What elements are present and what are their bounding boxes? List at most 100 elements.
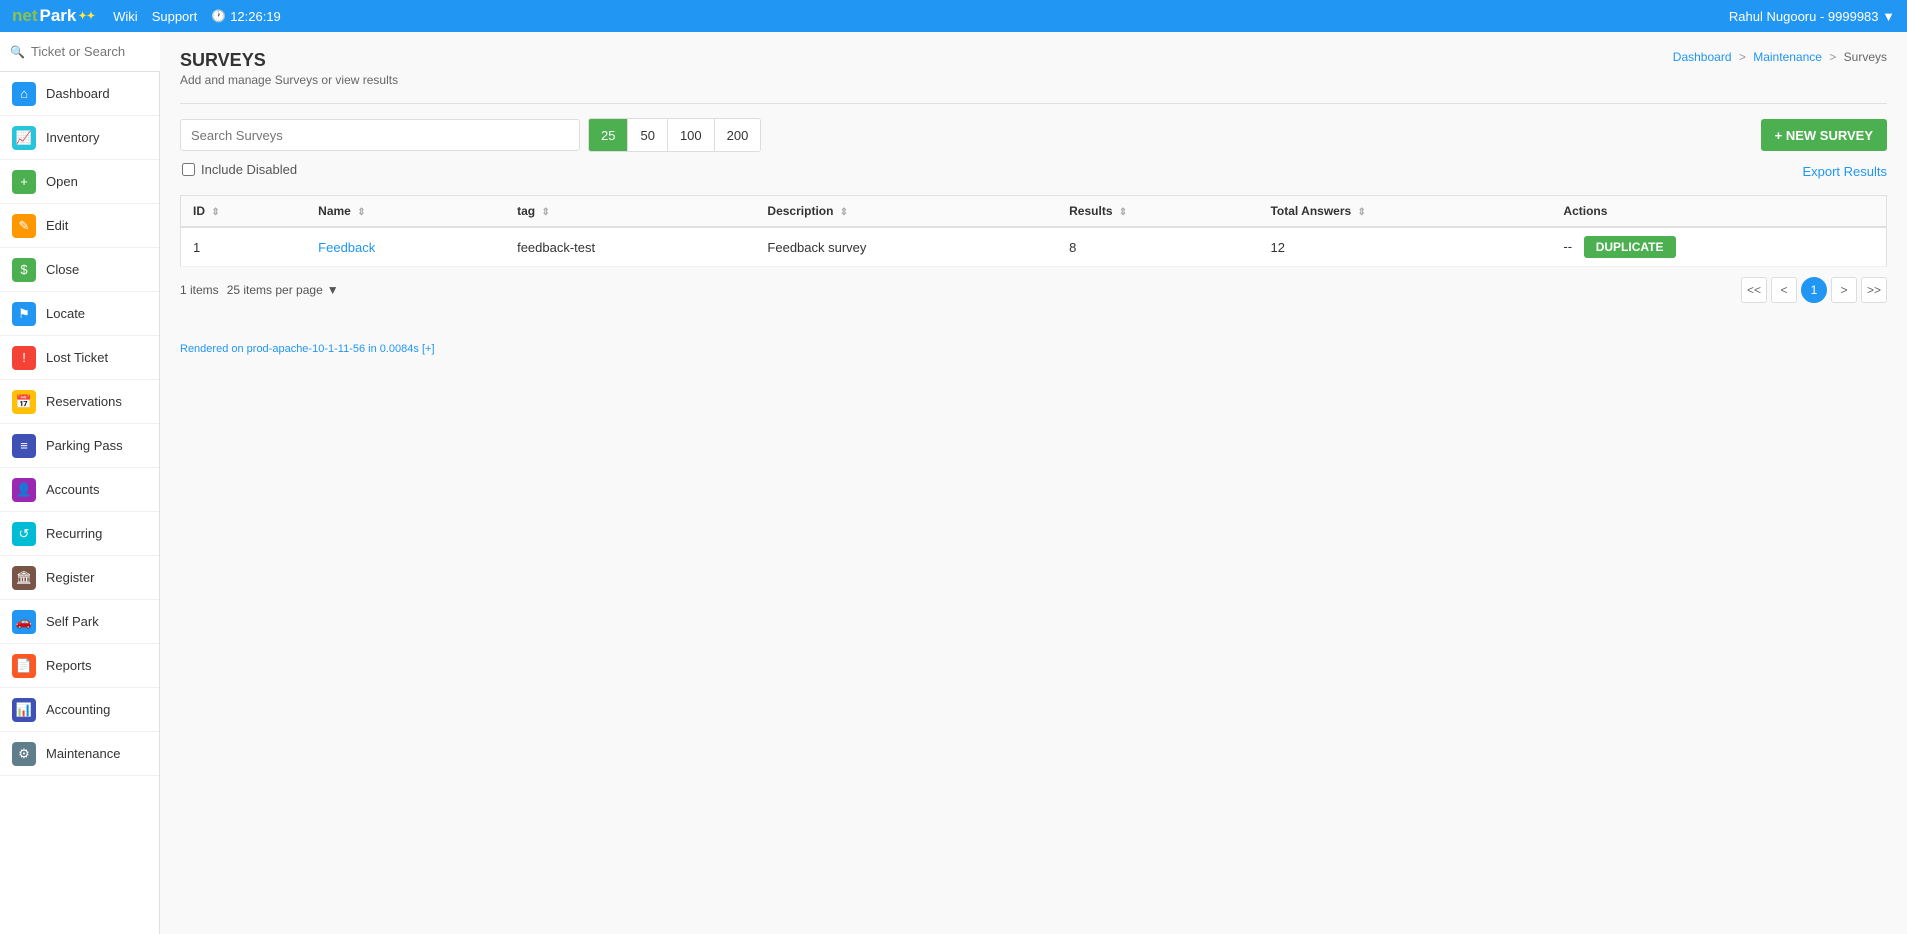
sidebar-icon-open: + <box>12 170 36 194</box>
top-nav: netPark✦✦ Wiki Support 🕐 12:26:19 Rahul … <box>0 0 1907 32</box>
surveys-table: ID ⇕ Name ⇕ tag ⇕ Description ⇕ Results … <box>180 195 1887 267</box>
sidebar-icon-reports: 📄 <box>12 654 36 678</box>
col-tag: tag ⇕ <box>505 196 755 228</box>
cell-actions: -- DUPLICATE <box>1551 227 1886 267</box>
per-page-200[interactable]: 200 <box>715 119 761 151</box>
sidebar-label-maintenance: Maintenance <box>46 746 120 761</box>
per-page-25[interactable]: 25 <box>589 119 628 151</box>
col-name: Name ⇕ <box>306 196 505 228</box>
ticket-search-input[interactable] <box>31 44 150 59</box>
sidebar-item-recurring[interactable]: ↺ Recurring <box>0 512 159 556</box>
sidebar-icon-edit: ✎ <box>12 214 36 238</box>
breadcrumb-dashboard[interactable]: Dashboard <box>1673 50 1732 64</box>
sidebar-label-self-park: Self Park <box>46 614 99 629</box>
page-prev-btn[interactable]: < <box>1771 277 1797 303</box>
breadcrumb-current: Surveys <box>1844 50 1887 64</box>
sidebar-item-inventory[interactable]: 📈 Inventory <box>0 116 159 160</box>
sort-name-icon: ⇕ <box>357 207 365 218</box>
sidebar-label-recurring: Recurring <box>46 526 102 541</box>
chevron-down-icon[interactable]: ▼ <box>327 283 339 297</box>
sidebar-item-accounts[interactable]: 👤 Accounts <box>0 468 159 512</box>
sidebar-icon-parking-pass: ≡ <box>12 434 36 458</box>
sidebar-icon-self-park: 🚗 <box>12 610 36 634</box>
sidebar-item-locate[interactable]: ⚑ Locate <box>0 292 159 336</box>
sidebar-label-close: Close <box>46 262 79 277</box>
sidebar-icon-inventory: 📈 <box>12 126 36 150</box>
page-first-btn[interactable]: << <box>1741 277 1767 303</box>
breadcrumb-maintenance[interactable]: Maintenance <box>1753 50 1822 64</box>
cell-id: 1 <box>181 227 307 267</box>
search-surveys-input[interactable] <box>180 119 580 151</box>
include-disabled-checkbox[interactable] <box>182 163 195 176</box>
ticket-search-bar: 🔍 <box>0 32 160 72</box>
toolbar: 25 50 100 200 + NEW SURVEY <box>180 118 1887 152</box>
sidebar-item-reservations[interactable]: 📅 Reservations <box>0 380 159 424</box>
sidebar-item-lost-ticket[interactable]: ! Lost Ticket <box>0 336 159 380</box>
col-results: Results ⇕ <box>1057 196 1258 228</box>
per-page-display: 25 items per page <box>227 283 323 297</box>
sort-answers-icon: ⇕ <box>1358 207 1366 218</box>
clock: 🕐 12:26:19 <box>211 9 281 24</box>
sidebar-item-reports[interactable]: 📄 Reports <box>0 644 159 688</box>
support-link[interactable]: Support <box>152 9 198 24</box>
table-body: 1 Feedback feedback-test Feedback survey… <box>181 227 1887 267</box>
cell-name[interactable]: Feedback <box>306 227 505 267</box>
sidebar-icon-dashboard: ⌂ <box>12 82 36 106</box>
sidebar-item-dashboard[interactable]: ⌂ Dashboard <box>0 72 159 116</box>
sidebar-icon-locate: ⚑ <box>12 302 36 326</box>
table-head: ID ⇕ Name ⇕ tag ⇕ Description ⇕ Results … <box>181 196 1887 228</box>
sidebar-label-lost-ticket: Lost Ticket <box>46 350 108 365</box>
sidebar-icon-accounting: 📊 <box>12 698 36 722</box>
clock-icon: 🕐 <box>211 9 226 23</box>
export-results-link[interactable]: Export Results <box>1802 164 1887 179</box>
page-title: SURVEYS <box>180 50 398 71</box>
per-page-50[interactable]: 50 <box>628 119 667 151</box>
footer: Rendered on prod-apache-10-1-11-56 in 0.… <box>180 333 1887 355</box>
search-icon: 🔍 <box>10 45 25 59</box>
page-next-btn[interactable]: > <box>1831 277 1857 303</box>
sidebar-label-locate: Locate <box>46 306 85 321</box>
logo[interactable]: netPark✦✦ <box>12 6 95 26</box>
logo-park: Park <box>40 6 77 26</box>
wiki-link[interactable]: Wiki <box>113 9 138 24</box>
include-disabled-label: Include Disabled <box>201 162 297 177</box>
per-page-group: 25 50 100 200 <box>588 118 761 152</box>
main-content: SURVEYS Add and manage Surveys or view r… <box>160 32 1907 934</box>
page-1-btn[interactable]: 1 <box>1801 277 1827 303</box>
sidebar-item-parking-pass[interactable]: ≡ Parking Pass <box>0 424 159 468</box>
per-page-100[interactable]: 100 <box>668 119 715 151</box>
sidebar-item-register[interactable]: 🏛 Register <box>0 556 159 600</box>
sidebar-item-accounting[interactable]: 📊 Accounting <box>0 688 159 732</box>
sidebar-label-reports: Reports <box>46 658 92 673</box>
duplicate-button[interactable]: DUPLICATE <box>1584 236 1676 258</box>
sort-id-icon: ⇕ <box>211 207 219 218</box>
per-page-select: 25 items per page ▼ <box>227 283 339 297</box>
sidebar-item-maintenance[interactable]: ⚙ Maintenance <box>0 732 159 776</box>
sidebar-label-edit: Edit <box>46 218 68 233</box>
clock-time: 12:26:19 <box>230 9 281 24</box>
sidebar-icon-recurring: ↺ <box>12 522 36 546</box>
user-info[interactable]: Rahul Nugooru - 9999983 ▼ <box>1729 9 1895 24</box>
table-header-row: ID ⇕ Name ⇕ tag ⇕ Description ⇕ Results … <box>181 196 1887 228</box>
page-last-btn[interactable]: >> <box>1861 277 1887 303</box>
sidebar-item-close[interactable]: $ Close <box>0 248 159 292</box>
sidebar-label-parking-pass: Parking Pass <box>46 438 123 453</box>
sidebar-label-dashboard: Dashboard <box>46 86 110 101</box>
items-count: 1 items <box>180 283 219 297</box>
page-subtitle: Add and manage Surveys or view results <box>180 73 398 87</box>
render-info: Rendered on prod-apache-10-1-11-56 in 0.… <box>180 343 435 355</box>
breadcrumb: Dashboard > Maintenance > Surveys <box>1673 50 1887 64</box>
col-description: Description ⇕ <box>755 196 1057 228</box>
sort-tag-icon: ⇕ <box>541 207 549 218</box>
include-disabled-row: Include Disabled <box>180 162 297 177</box>
sidebar-icon-lost-ticket: ! <box>12 346 36 370</box>
sidebar-item-self-park[interactable]: 🚗 Self Park <box>0 600 159 644</box>
logo-stars: ✦✦ <box>78 11 95 22</box>
sidebar-label-accounts: Accounts <box>46 482 99 497</box>
col-total-answers: Total Answers ⇕ <box>1258 196 1551 228</box>
sidebar-icon-close: $ <box>12 258 36 282</box>
sidebar-item-open[interactable]: + Open <box>0 160 159 204</box>
actions-dash: -- <box>1563 239 1572 254</box>
sidebar-item-edit[interactable]: ✎ Edit <box>0 204 159 248</box>
new-survey-button[interactable]: + NEW SURVEY <box>1761 119 1887 151</box>
